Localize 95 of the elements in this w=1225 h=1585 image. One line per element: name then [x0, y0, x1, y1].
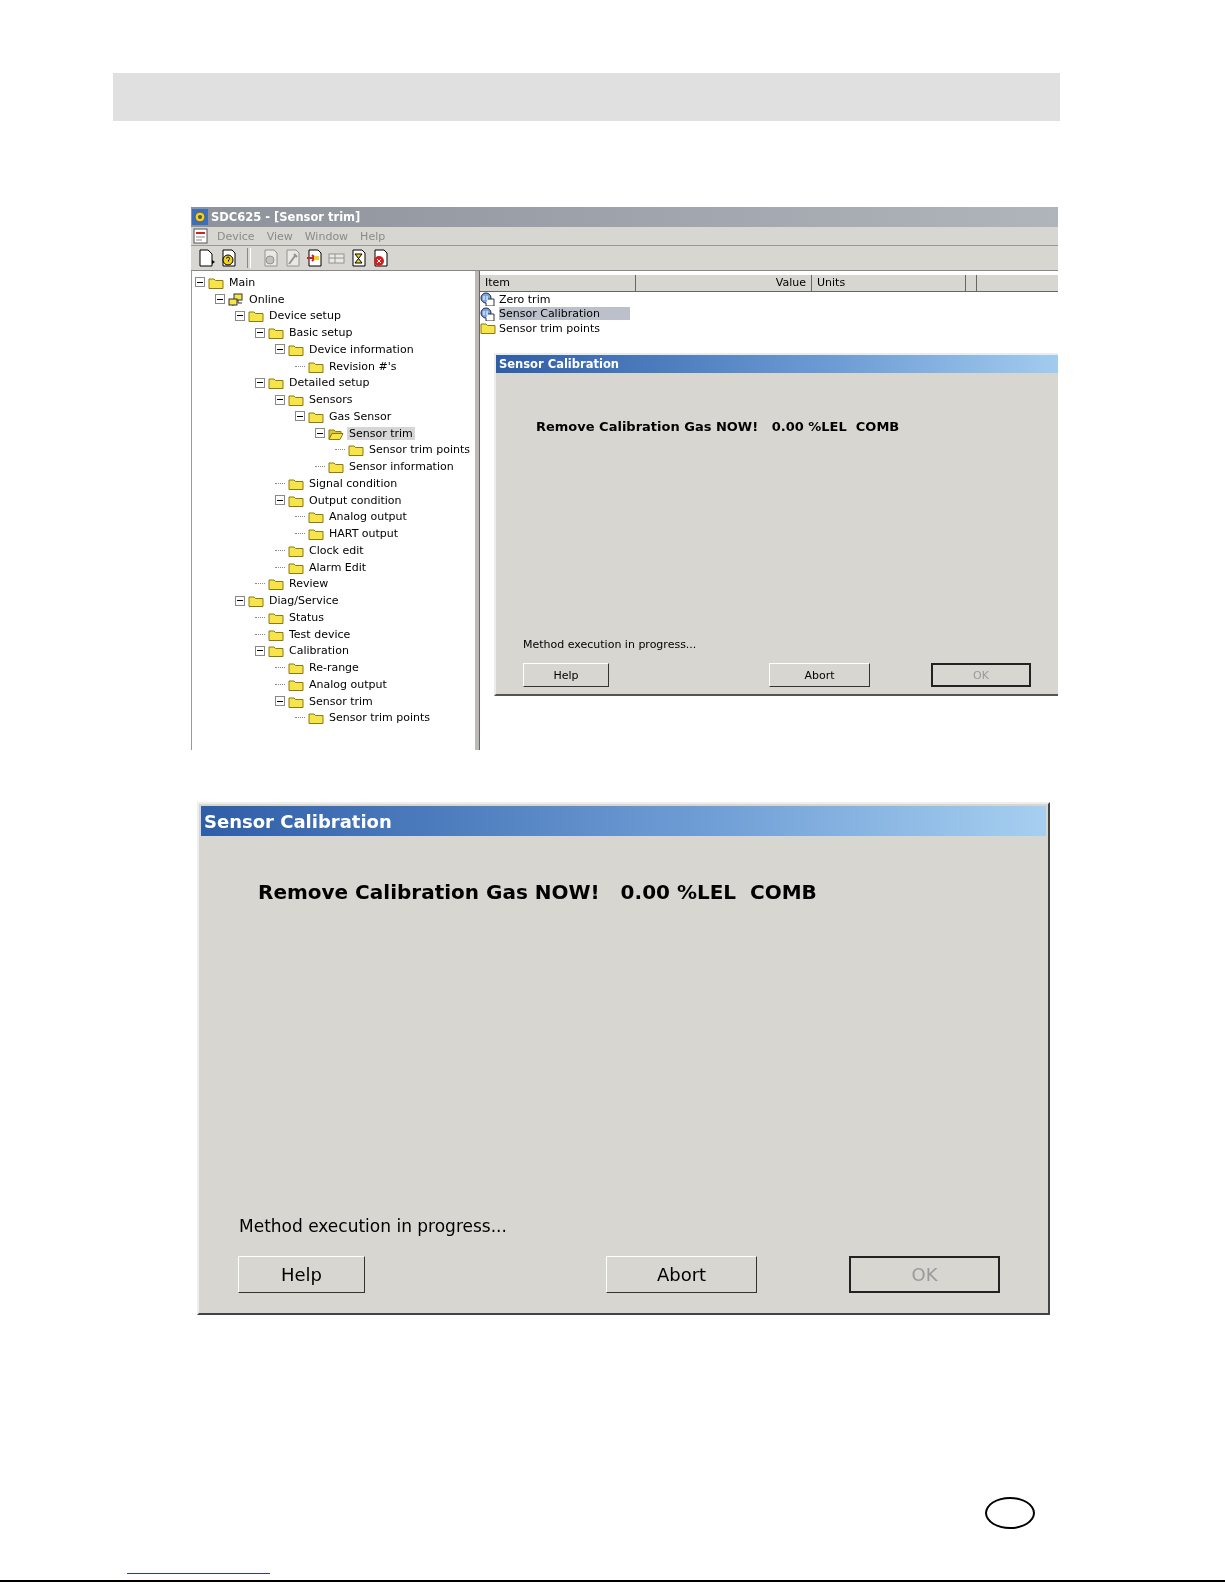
tree-item[interactable]: Sensor trim points — [367, 443, 473, 457]
tree-item[interactable]: Diag/Service — [267, 594, 341, 608]
collapse-icon[interactable] — [215, 294, 225, 305]
tree-item[interactable]: Main — [227, 275, 258, 289]
tree-item[interactable]: HART output — [327, 527, 401, 541]
tree-item[interactable]: Sensor information — [347, 460, 456, 474]
window-title: SDC625 - [Sensor trim] — [211, 210, 361, 224]
folder-icon — [268, 610, 284, 624]
folder-icon — [308, 510, 324, 524]
collapse-icon[interactable] — [275, 344, 285, 355]
page-icon[interactable] — [197, 249, 215, 267]
folder-icon — [288, 661, 304, 675]
dialog-title: Sensor Calibration — [496, 355, 1058, 373]
tree-item[interactable]: Re-range — [307, 661, 361, 675]
document-icon — [193, 228, 209, 244]
folder-icon — [248, 309, 264, 323]
tree-item[interactable]: Device information — [307, 342, 416, 356]
tree-item[interactable]: Calibration — [287, 644, 351, 658]
dialog-message: Remove Calibration Gas NOW! 0.00 %LEL COMB — [258, 880, 818, 904]
folder-icon — [308, 359, 324, 373]
collapse-icon[interactable] — [255, 327, 265, 338]
method-icon — [480, 306, 496, 321]
tree-item[interactable]: Status — [287, 610, 327, 624]
tree-item[interactable]: Output condition — [307, 493, 404, 507]
collapse-icon[interactable] — [195, 277, 205, 288]
network-icon — [228, 292, 244, 306]
folder-icon — [348, 443, 364, 457]
list-item[interactable]: Zero trim — [499, 292, 630, 306]
oval-mark — [985, 1497, 1035, 1529]
help-icon[interactable] — [219, 249, 237, 267]
dialog-title: Sensor Calibration — [201, 806, 1046, 836]
folder-icon — [288, 493, 304, 507]
dialog-button[interactable]: Help — [523, 663, 609, 687]
collapse-icon[interactable] — [275, 394, 285, 405]
list-item[interactable]: Sensor Calibration — [499, 307, 630, 321]
folder-icon — [308, 711, 324, 725]
tree-item[interactable]: Gas Sensor — [327, 409, 394, 423]
tree-item[interactable]: Alarm Edit — [307, 560, 369, 574]
tree-item[interactable]: Revision #'s — [327, 359, 399, 373]
tree-item[interactable]: Device setup — [267, 309, 343, 323]
tree-item[interactable]: Analog output — [307, 677, 389, 691]
folder-icon — [268, 577, 284, 591]
method-icon — [480, 292, 496, 307]
collapse-icon[interactable] — [235, 310, 245, 321]
dialog-message: Remove Calibration Gas NOW! 0.00 %LEL COMB — [536, 419, 901, 434]
open-folder-icon — [328, 426, 344, 440]
collapse-icon[interactable] — [235, 595, 245, 606]
folder-icon — [328, 460, 344, 474]
app-icon — [192, 209, 208, 225]
column-header[interactable]: Value — [636, 275, 812, 291]
folder-icon — [308, 409, 324, 423]
tree-item[interactable]: Clock edit — [307, 543, 366, 557]
folder-icon — [248, 594, 264, 608]
folder-icon — [288, 342, 304, 356]
tree-item[interactable]: Signal condition — [307, 476, 400, 490]
folder-icon — [268, 376, 284, 390]
folder-icon — [288, 677, 304, 691]
folder-icon — [288, 560, 304, 574]
tree-item[interactable]: Online — [247, 292, 287, 306]
collapse-icon[interactable] — [275, 696, 285, 707]
list-item[interactable]: Sensor trim points — [499, 321, 630, 335]
tree-item[interactable]: Sensor trim — [307, 694, 375, 708]
column-header[interactable]: Units — [812, 275, 966, 291]
hourglass-icon[interactable] — [349, 249, 367, 267]
folder-icon — [268, 627, 284, 641]
tree-item[interactable]: Detailed setup — [287, 376, 372, 390]
folder-icon — [288, 694, 304, 708]
folder-icon — [480, 321, 496, 336]
page-arrow-icon[interactable] — [305, 249, 323, 267]
stop-icon[interactable] — [371, 249, 389, 267]
status-text: Method execution in progress... — [523, 638, 698, 651]
tree-item[interactable]: Test device — [287, 627, 353, 641]
collapse-icon[interactable] — [275, 495, 285, 506]
collapse-icon[interactable] — [255, 645, 265, 656]
collapse-icon[interactable] — [295, 411, 305, 422]
dialog-button[interactable]: Abort — [769, 663, 870, 687]
folder-icon — [288, 543, 304, 557]
column-header[interactable]: Item — [480, 275, 636, 291]
status-text: Method execution in progress... — [239, 1216, 508, 1236]
folder-icon — [208, 275, 224, 289]
tree-item[interactable]: Basic setup — [287, 326, 355, 340]
dialog-button[interactable]: Help — [238, 1256, 365, 1293]
tree-item[interactable]: Sensor trim points — [327, 711, 433, 725]
tree-item[interactable]: Analog output — [327, 510, 409, 524]
folder-icon — [308, 527, 324, 541]
collapse-icon[interactable] — [255, 377, 265, 388]
folder-icon — [288, 476, 304, 490]
tree-item[interactable]: Sensors — [307, 393, 355, 407]
dialog-button[interactable]: Abort — [606, 1256, 757, 1293]
tree-item[interactable]: Sensor trim — [347, 426, 415, 440]
folder-icon — [268, 644, 284, 658]
tree-item[interactable]: Review — [287, 577, 331, 591]
folder-icon — [288, 393, 304, 407]
folder-icon — [268, 326, 284, 340]
collapse-icon[interactable] — [315, 428, 325, 439]
